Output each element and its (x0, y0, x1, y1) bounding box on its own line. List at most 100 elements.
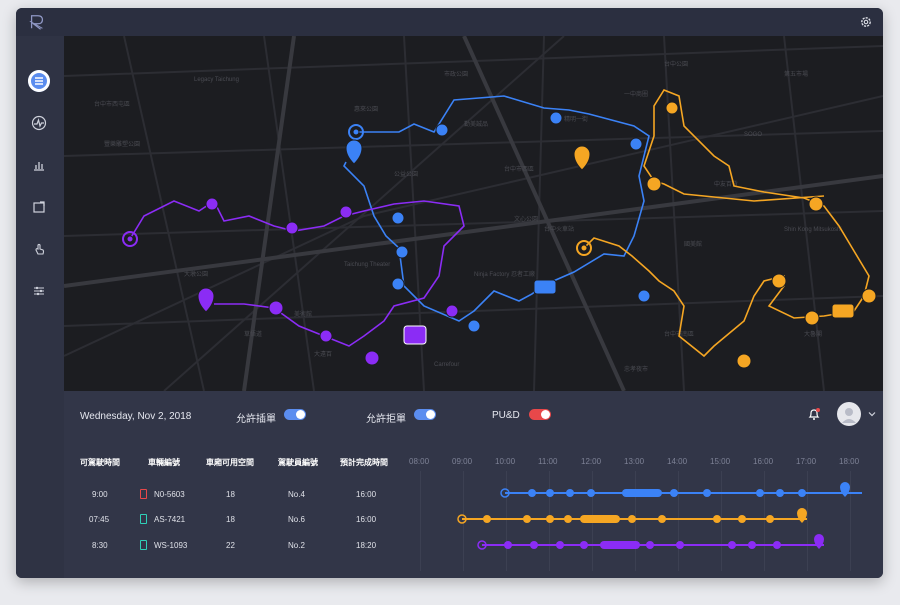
toggle-insert[interactable] (284, 409, 306, 420)
timeline-stop[interactable] (676, 541, 684, 549)
bell-icon[interactable] (808, 407, 820, 421)
truck-icon[interactable] (403, 325, 427, 345)
timeline-end-pin-icon[interactable] (797, 508, 807, 523)
timeline-stop[interactable] (756, 489, 764, 497)
toggle-pud[interactable] (529, 409, 551, 420)
map-label: 公益公園 (394, 170, 418, 178)
vehicle-icon (140, 514, 147, 524)
route-marker[interactable] (580, 244, 588, 252)
route-stop-marker[interactable] (549, 111, 563, 125)
timeline-stop[interactable] (776, 489, 784, 497)
timeline-break[interactable] (580, 515, 620, 523)
route-stop-marker[interactable] (391, 211, 405, 225)
nav-filter-icon[interactable] (28, 280, 50, 302)
timeline-stop[interactable] (773, 541, 781, 549)
timeline-stop[interactable] (658, 515, 666, 523)
timeline-break[interactable] (622, 489, 662, 497)
timeline-stop[interactable] (504, 541, 512, 549)
route-stop-marker[interactable] (646, 176, 662, 192)
timeline-stop[interactable] (528, 489, 536, 497)
route-stop-marker[interactable] (268, 300, 284, 316)
map-label: 忠孝夜市 (624, 365, 648, 373)
sidebar (16, 36, 64, 578)
route-stop-marker[interactable] (319, 329, 333, 343)
route-orange[interactable] (583, 89, 870, 358)
route-stop-marker[interactable] (467, 319, 481, 333)
timeline-stop[interactable] (564, 515, 572, 523)
route-stop-marker[interactable] (445, 304, 459, 318)
map-label: Carrefour (434, 362, 459, 368)
route-stop-marker[interactable] (364, 350, 380, 366)
timeline-stop[interactable] (546, 489, 554, 497)
timeline-stop[interactable] (798, 489, 806, 497)
truck-icon[interactable] (831, 303, 855, 319)
timeline-break[interactable] (600, 541, 640, 549)
truck-icon[interactable] (533, 279, 557, 295)
space: 22 (226, 541, 235, 550)
timeline-stop[interactable] (738, 515, 746, 523)
timeline-stop[interactable] (523, 515, 531, 523)
route-stop-marker[interactable] (435, 123, 449, 137)
timeline-stop[interactable] (483, 515, 491, 523)
finish-time: 18:20 (356, 541, 377, 550)
map-label: 美術館 (294, 310, 312, 318)
timeline-end-pin-icon[interactable] (840, 482, 850, 497)
route-stop-marker[interactable] (808, 196, 824, 212)
route-stop-marker[interactable] (665, 101, 679, 115)
timeline-stop[interactable] (713, 515, 721, 523)
hour-label: 18:00 (839, 457, 860, 466)
chevron-down-icon[interactable] (868, 410, 876, 418)
hour-label: 13:00 (624, 457, 645, 466)
toggle-reject[interactable] (414, 409, 436, 420)
hour-label: 12:00 (581, 457, 602, 466)
route-marker[interactable] (126, 235, 134, 243)
map-label: 大魯閣 (804, 330, 822, 338)
route-stop-marker[interactable] (736, 353, 752, 369)
timeline-stop[interactable] (748, 541, 756, 549)
map-label: 台中火車站 (544, 225, 574, 233)
route-marker[interactable] (352, 128, 360, 136)
route-stop-marker[interactable] (339, 205, 353, 219)
nav-touch-icon[interactable] (28, 238, 50, 260)
nav-dispatch-icon[interactable] (28, 70, 50, 92)
route-blue[interactable] (343, 95, 650, 322)
map-canvas[interactable]: Legacy Taichung 台中市西屯區 惠來公園 台中市西區 市政公園 台… (64, 36, 883, 391)
route-pin-icon[interactable] (197, 287, 215, 313)
timeline-stop[interactable] (546, 515, 554, 523)
nav-chart-icon[interactable] (28, 154, 50, 176)
timeline-stop[interactable] (766, 515, 774, 523)
route-pin-icon[interactable] (345, 139, 363, 165)
gear-icon[interactable] (859, 15, 873, 29)
route-stop-marker[interactable] (771, 273, 787, 289)
route-stop-marker[interactable] (395, 245, 409, 259)
timeline-stop[interactable] (587, 489, 595, 497)
nav-activity-icon[interactable] (28, 112, 50, 134)
avatar[interactable] (837, 402, 861, 426)
route-map[interactable]: Legacy Taichung 台中市西屯區 惠來公園 台中市西區 市政公園 台… (64, 36, 883, 391)
timeline-chart[interactable] (452, 479, 872, 559)
timeline-stop[interactable] (580, 541, 588, 549)
timeline-stop[interactable] (530, 541, 538, 549)
route-stop-marker[interactable] (391, 277, 405, 291)
timeline-stop[interactable] (566, 489, 574, 497)
route-stop-marker[interactable] (637, 289, 651, 303)
route-stop-marker[interactable] (205, 197, 219, 211)
timeline-stop[interactable] (703, 489, 711, 497)
route-stop-marker[interactable] (804, 310, 820, 326)
timeline-stop[interactable] (646, 541, 654, 549)
header-vehicle: 車輛編號 (148, 458, 180, 467)
nav-export-icon[interactable] (28, 196, 50, 218)
timeline-stop[interactable] (728, 541, 736, 549)
timeline-stop[interactable] (556, 541, 564, 549)
route-stop-marker[interactable] (629, 137, 643, 151)
toggle-pud-label: PU&D (492, 410, 520, 421)
timeline-stop[interactable] (628, 515, 636, 523)
route-stop-marker[interactable] (861, 288, 877, 304)
route-stop-marker[interactable] (285, 221, 299, 235)
driver-id: No.4 (288, 490, 305, 499)
timeline-end-pin-icon[interactable] (814, 534, 824, 549)
map-label: 一中商圈 (624, 90, 648, 98)
vehicle-id: AS-7421 (154, 515, 186, 524)
toggle-reject-label: 允許拒單 (366, 414, 406, 425)
timeline-stop[interactable] (670, 489, 678, 497)
